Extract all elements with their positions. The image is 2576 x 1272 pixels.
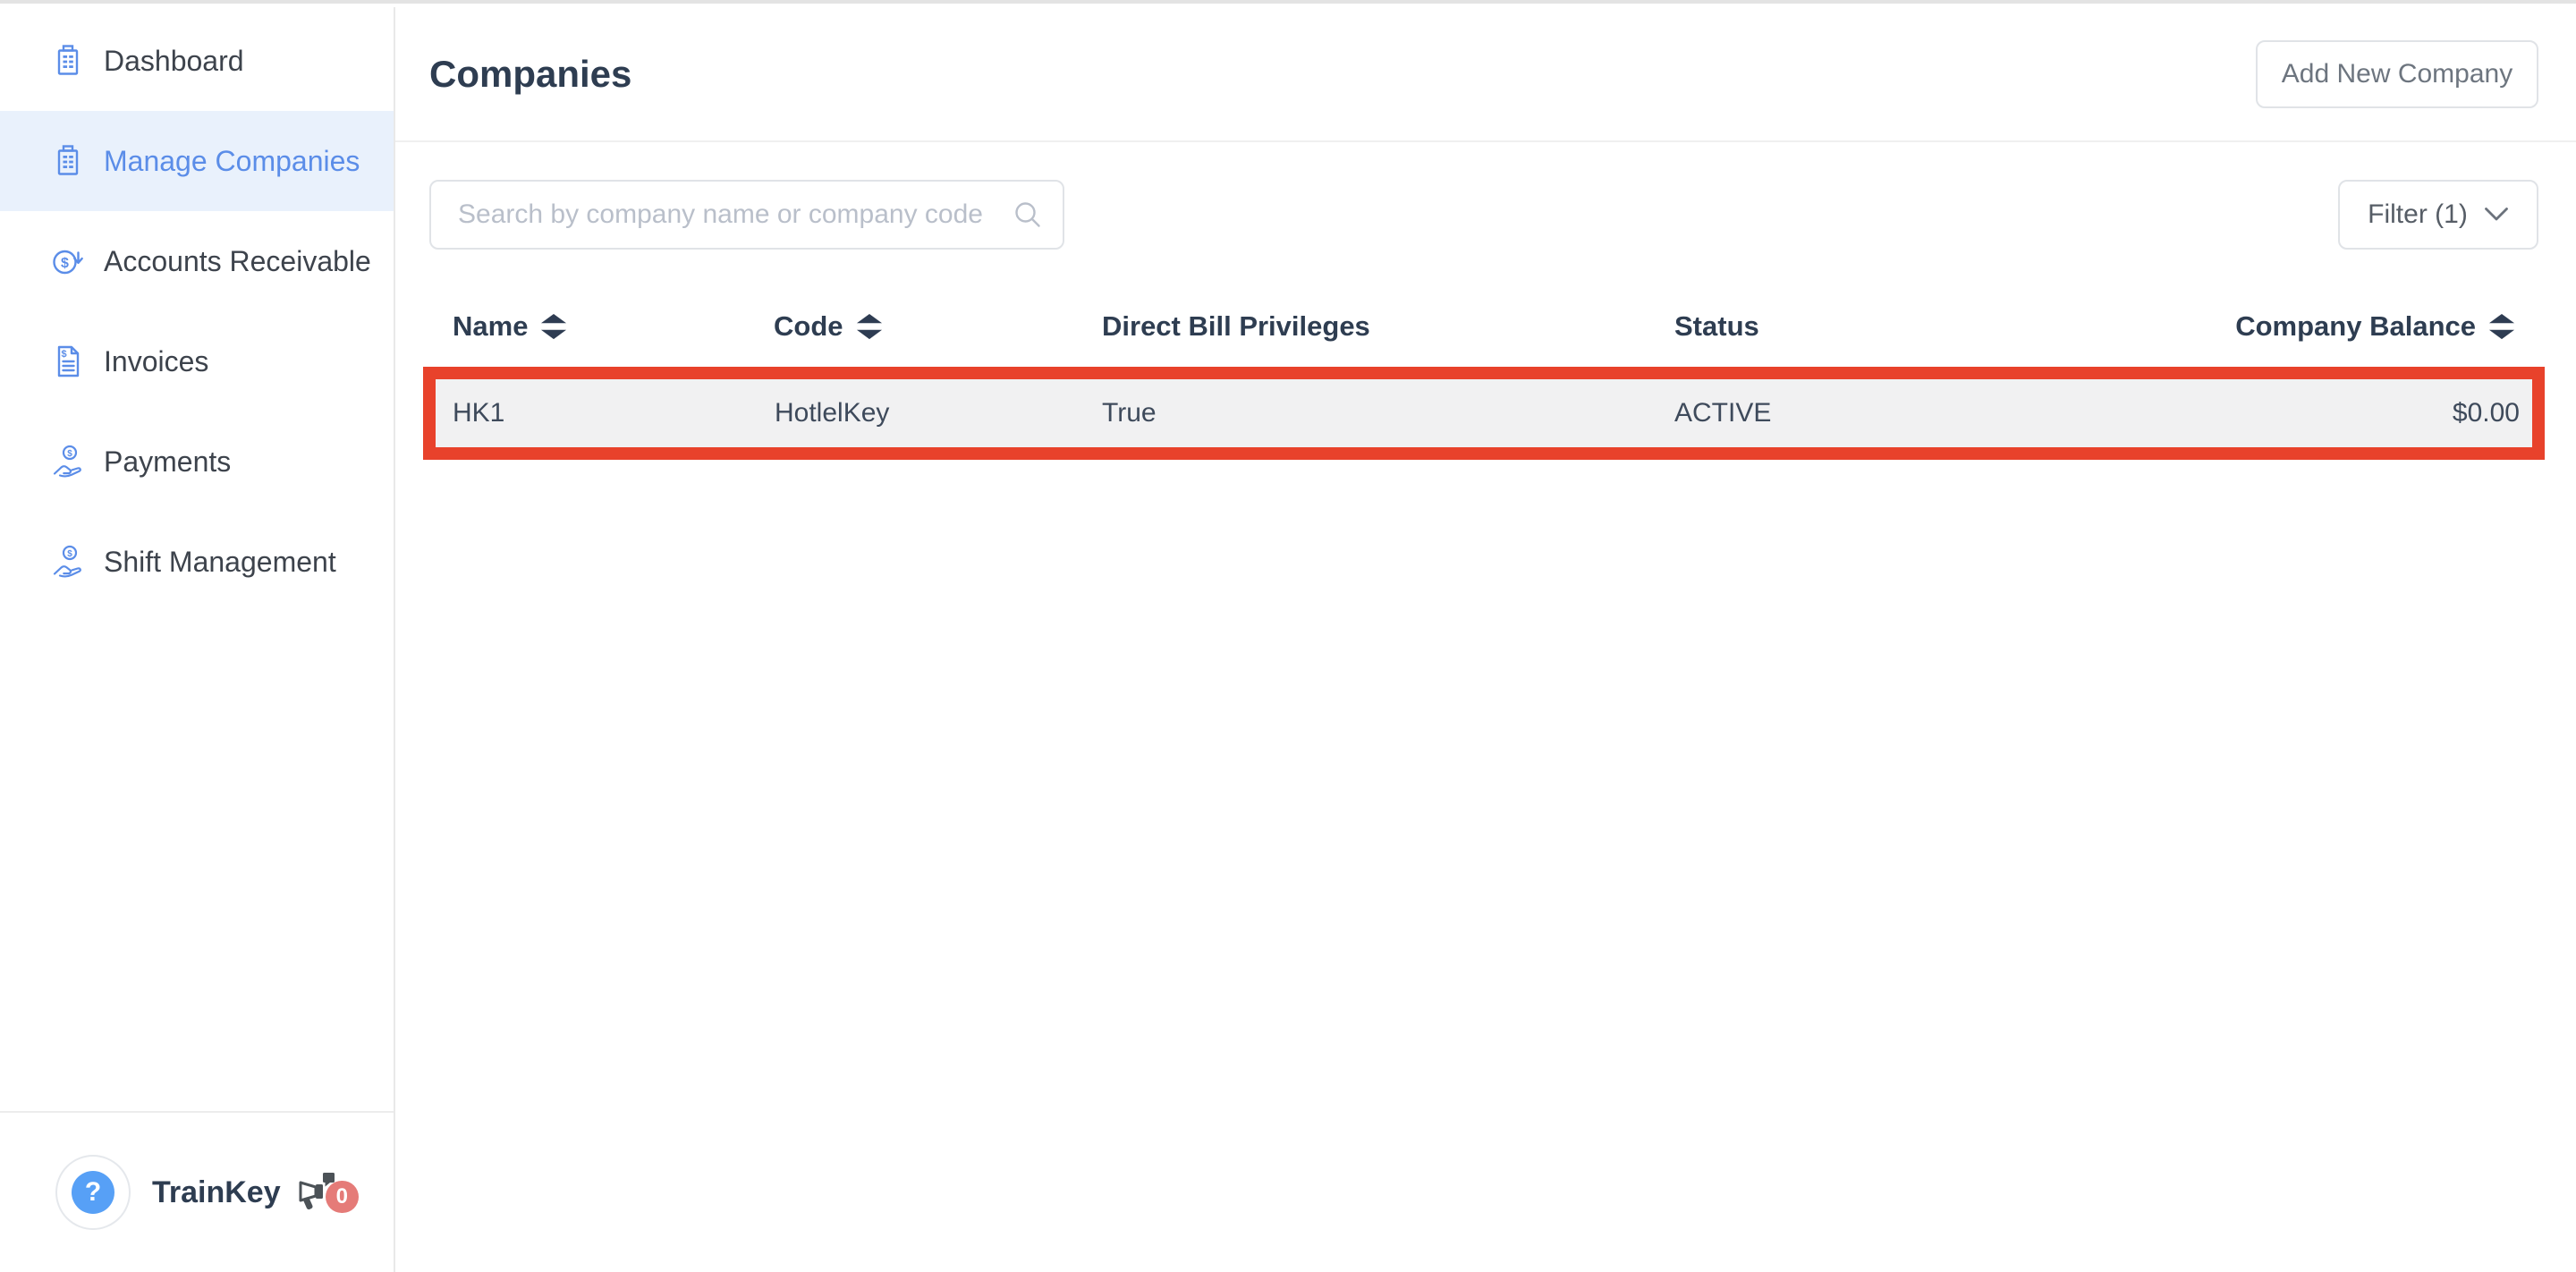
column-header-company-balance[interactable]: Company Balance (2235, 299, 2515, 354)
page-header: Companies Add New Company (395, 7, 2576, 142)
sidebar-item-label: Dashboard (104, 45, 244, 78)
column-label: Company Balance (2235, 310, 2476, 343)
sidebar-item-label: Payments (104, 445, 231, 479)
building-icon (50, 43, 86, 79)
svg-text:$: $ (67, 549, 72, 559)
sidebar-item-shift-management[interactable]: $ Shift Management (0, 512, 394, 612)
help-button[interactable]: ? (55, 1155, 131, 1230)
sidebar-item-label: Accounts Receivable (104, 245, 371, 278)
tutorial-highlight-border: HK1 HotlelKey True ACTIVE $0.00 (423, 367, 2545, 460)
filter-button-label: Filter (1) (2368, 199, 2468, 230)
search-icon (1013, 199, 1043, 230)
hand-coin-icon: $ (50, 444, 86, 479)
sort-icon[interactable] (540, 313, 567, 340)
invoice-document-icon: $ (50, 343, 86, 379)
column-label: Code (774, 310, 843, 343)
app-window: Dashboard Manage Companies $ (0, 0, 2576, 1272)
chevron-down-icon (2484, 207, 2509, 223)
svg-text:$: $ (67, 449, 72, 459)
column-header-direct-bill-privileges: Direct Bill Privileges (1102, 299, 1370, 354)
hand-coin-icon: $ (50, 544, 86, 580)
add-new-company-button[interactable]: Add New Company (2256, 40, 2538, 108)
sidebar-item-invoices[interactable]: $ Invoices (0, 311, 394, 411)
building-icon (50, 143, 86, 179)
svg-text:$: $ (61, 349, 66, 360)
column-label: Name (453, 310, 528, 343)
sidebar-item-label: Shift Management (104, 546, 336, 579)
search-input[interactable] (456, 199, 1013, 231)
toolbar: Filter (1) (429, 180, 2538, 251)
sidebar-item-label: Manage Companies (104, 145, 360, 178)
column-header-name[interactable]: Name (453, 299, 567, 354)
sidebar-footer: ? TrainKey 0 (0, 1111, 394, 1272)
column-label: Direct Bill Privileges (1102, 310, 1370, 343)
page-title: Companies (429, 53, 631, 96)
sort-icon[interactable] (856, 313, 883, 340)
sidebar-item-payments[interactable]: $ Payments (0, 411, 394, 512)
search-box (429, 180, 1064, 250)
question-mark-icon: ? (72, 1171, 114, 1214)
announcement-count-badge: 0 (326, 1181, 359, 1213)
sidebar-nav: Dashboard Manage Companies $ (0, 7, 394, 612)
filter-button[interactable]: Filter (1) (2338, 180, 2538, 250)
column-header-status: Status (1674, 299, 1759, 354)
sidebar-item-label: Invoices (104, 345, 208, 378)
cell-code: HotlelKey (775, 379, 889, 447)
brand-trainkey: TrainKey (152, 1175, 281, 1210)
cell-direct-bill-privileges: True (1102, 379, 1157, 447)
sort-icon[interactable] (2488, 313, 2515, 340)
announcements-widget[interactable]: 0 (295, 1172, 359, 1213)
sidebar-item-accounts-receivable[interactable]: $ Accounts Receivable (0, 211, 394, 311)
dollar-circle-arrow-icon: $ (50, 243, 86, 279)
cell-name: HK1 (453, 379, 504, 447)
cell-status: ACTIVE (1674, 379, 1771, 447)
main-content: Companies Add New Company Filter (1) Nam… (395, 7, 2576, 1272)
table-row-hk1[interactable]: HK1 HotlelKey True ACTIVE $0.00 (436, 379, 2532, 447)
table-header: Name Code Direct Bill Privileges Status (395, 299, 2576, 354)
column-label: Status (1674, 310, 1759, 343)
sidebar-item-dashboard[interactable]: Dashboard (0, 11, 394, 111)
svg-text:$: $ (61, 256, 69, 271)
sidebar-item-manage-companies[interactable]: Manage Companies (0, 111, 394, 211)
cell-company-balance: $0.00 (2453, 379, 2520, 447)
column-header-code[interactable]: Code (774, 299, 883, 354)
sidebar: Dashboard Manage Companies $ (0, 7, 395, 1272)
